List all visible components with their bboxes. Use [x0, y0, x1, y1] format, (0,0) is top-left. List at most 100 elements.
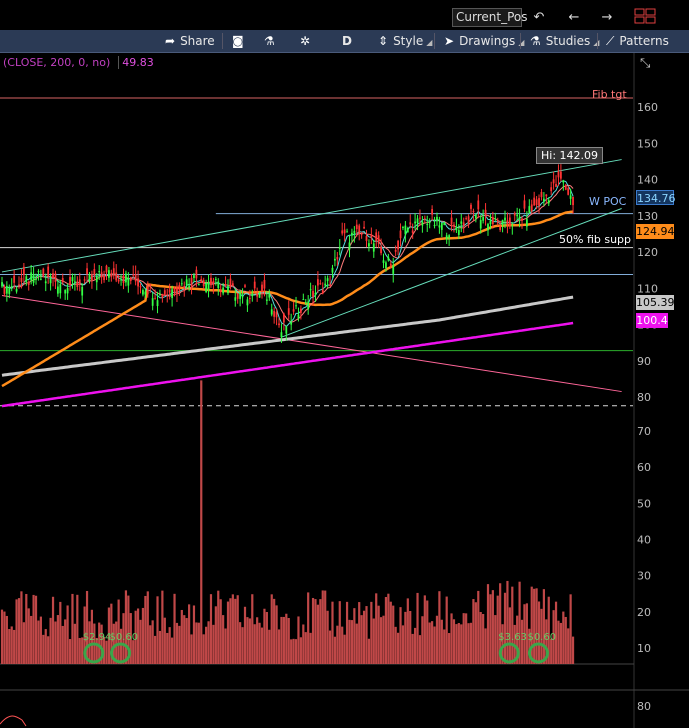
volume-bar: [324, 590, 327, 664]
toolbar-divider: [434, 33, 435, 49]
candle-body: [163, 290, 166, 295]
volume-bar: [17, 598, 21, 664]
arrow-left-icon[interactable]: ←: [565, 8, 583, 27]
candle-body: [83, 279, 86, 281]
fast-ma-line: [1, 184, 574, 323]
grid-layout-icon[interactable]: [634, 8, 656, 27]
gear-icon: ✲: [300, 34, 311, 48]
candle-body: [151, 298, 154, 306]
candle-body: [95, 276, 98, 283]
candle-body: [450, 217, 453, 225]
candle-body: [154, 298, 156, 300]
style-menu[interactable]: ⇕ Style ◢: [378, 30, 432, 52]
candle-body: [499, 226, 502, 230]
candle-body: [166, 294, 169, 296]
symbol-field[interactable]: Current_Pos: [452, 8, 527, 27]
candle-body: [423, 218, 426, 220]
candle-body: [127, 278, 130, 286]
volume-bar: [13, 629, 16, 664]
candle-body: [120, 279, 122, 281]
volume-bar: [85, 590, 89, 664]
candle-body: [1, 282, 3, 287]
volume-bar: [445, 596, 448, 664]
patterns-icon: ⟋: [606, 34, 615, 48]
candle-body: [457, 230, 460, 235]
candle-body: [241, 296, 244, 298]
volume-bar: [61, 625, 64, 664]
candle-body: [15, 288, 18, 292]
volume-bar: [411, 633, 414, 664]
volume-bar: [3, 611, 6, 664]
volume-bar: [171, 637, 174, 664]
candle-body: [176, 287, 178, 294]
candle-body: [487, 224, 489, 231]
volume-tick: 10: [637, 642, 651, 655]
drawings-menu[interactable]: ➤ Drawings ◢: [444, 30, 524, 52]
volume-bar: [231, 594, 234, 664]
undo-icon[interactable]: ↶: [530, 8, 548, 27]
candle-body: [98, 271, 101, 273]
candle-body: [39, 278, 42, 280]
candle-body: [217, 281, 220, 289]
candle-body: [64, 289, 67, 294]
studies-menu[interactable]: ⚗Studies◢: [530, 30, 599, 52]
volume-bar: [219, 599, 222, 664]
volume-bar: [452, 619, 456, 664]
candle-body: [474, 214, 477, 219]
candle-body: [314, 292, 317, 295]
candle-body: [117, 279, 120, 282]
volume-bar: [149, 625, 152, 664]
volume-bar: [333, 636, 337, 664]
candle-body: [445, 235, 448, 240]
volume-bar: [336, 625, 339, 664]
volume-bar: [331, 601, 334, 664]
snapshot-button[interactable]: ◙: [232, 30, 249, 52]
volume-bar: [78, 637, 81, 664]
volume-bar: [37, 620, 40, 664]
candle-body: [304, 301, 307, 303]
fib-target-label: Fib tgt: [592, 88, 627, 101]
candle-body: [353, 230, 356, 234]
volume-bar: [491, 590, 494, 664]
share-button[interactable]: ➦ Share: [165, 30, 215, 52]
volume-bar: [321, 590, 324, 664]
patterns-menu[interactable]: ⟋ Patterns: [606, 30, 669, 52]
candle-body: [258, 293, 261, 298]
candle-body: [278, 323, 280, 326]
volume-bar: [567, 628, 570, 664]
candle-body: [129, 277, 132, 281]
aggregation-button[interactable]: D: [342, 30, 352, 52]
volume-bar: [511, 586, 514, 664]
candle-body: [56, 286, 59, 294]
volume-bar: [20, 591, 23, 664]
candle-body: [402, 226, 404, 228]
volume-bar: [229, 598, 232, 664]
candle-body: [334, 258, 336, 261]
volume-bar: [0, 609, 4, 664]
volume-bar: [76, 594, 79, 664]
candle-body: [453, 224, 455, 226]
candle-body: [8, 287, 11, 294]
candle-body: [538, 198, 540, 206]
arrow-right-icon[interactable]: →: [598, 8, 616, 27]
candle-body: [219, 290, 222, 293]
style-icon: ⇕: [378, 34, 389, 48]
flask-button[interactable]: ⚗: [264, 30, 280, 52]
expand-icon[interactable]: ⤡: [640, 56, 650, 71]
volume-bar: [469, 622, 473, 664]
volume-bar: [197, 622, 200, 664]
candle-body: [431, 208, 434, 215]
settings-button[interactable]: ✲: [300, 30, 315, 52]
candle-body: [494, 218, 497, 220]
volume-bar: [239, 622, 242, 664]
fib-support-label: 50% fib supp: [559, 233, 632, 246]
volume-bar: [443, 629, 446, 664]
volume-bar: [457, 623, 460, 664]
volume-bar: [105, 640, 108, 664]
volume-bar: [416, 592, 419, 664]
volume-bar: [268, 629, 271, 664]
candle-body: [35, 278, 37, 280]
volume-bar: [34, 595, 38, 664]
volume-bar: [212, 624, 215, 664]
volume-bar: [124, 590, 128, 664]
